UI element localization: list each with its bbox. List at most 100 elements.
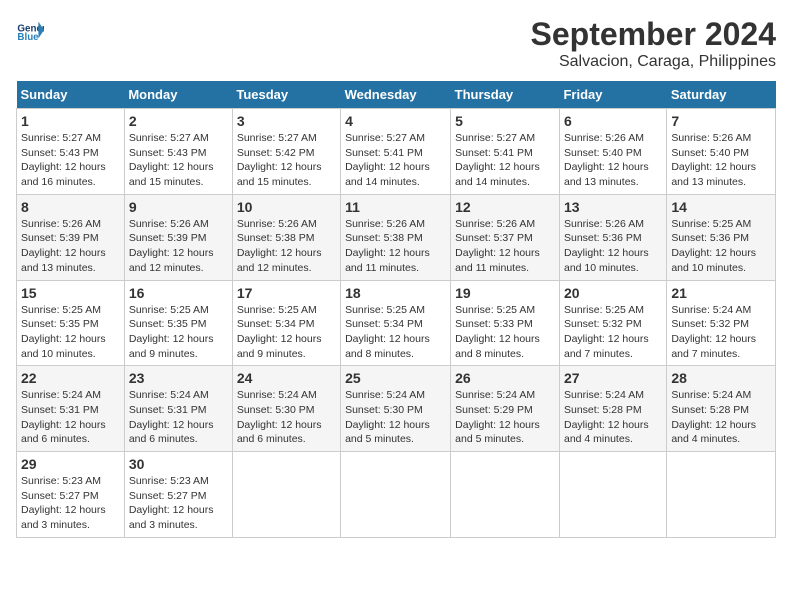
day-detail: Sunrise: 5:26 AM Sunset: 5:40 PM Dayligh… bbox=[564, 131, 662, 190]
day-detail: Sunrise: 5:25 AM Sunset: 5:35 PM Dayligh… bbox=[129, 303, 228, 362]
day-detail: Sunrise: 5:24 AM Sunset: 5:31 PM Dayligh… bbox=[129, 388, 228, 447]
calendar-subtitle: Salvacion, Caraga, Philippines bbox=[531, 53, 776, 71]
table-row: 5 Sunrise: 5:27 AM Sunset: 5:41 PM Daylig… bbox=[451, 109, 560, 195]
day-detail: Sunrise: 5:26 AM Sunset: 5:38 PM Dayligh… bbox=[237, 217, 336, 276]
day-number: 22 bbox=[21, 370, 120, 386]
day-number: 15 bbox=[21, 285, 120, 301]
table-row: 3 Sunrise: 5:27 AM Sunset: 5:42 PM Daylig… bbox=[232, 109, 340, 195]
day-number: 7 bbox=[671, 113, 771, 129]
day-detail: Sunrise: 5:26 AM Sunset: 5:38 PM Dayligh… bbox=[345, 217, 446, 276]
day-number: 20 bbox=[564, 285, 662, 301]
calendar-week-row: 8 Sunrise: 5:26 AM Sunset: 5:39 PM Daylig… bbox=[17, 194, 776, 280]
calendar-week-row: 29 Sunrise: 5:23 AM Sunset: 5:27 PM Dayli… bbox=[17, 452, 776, 538]
day-number: 6 bbox=[564, 113, 662, 129]
calendar-title: September 2024 bbox=[531, 16, 776, 53]
day-number: 9 bbox=[129, 199, 228, 215]
day-detail: Sunrise: 5:27 AM Sunset: 5:42 PM Dayligh… bbox=[237, 131, 336, 190]
day-detail: Sunrise: 5:26 AM Sunset: 5:36 PM Dayligh… bbox=[564, 217, 662, 276]
table-row: 12 Sunrise: 5:26 AM Sunset: 5:37 PM Dayli… bbox=[451, 194, 560, 280]
day-detail: Sunrise: 5:25 AM Sunset: 5:35 PM Dayligh… bbox=[21, 303, 120, 362]
table-row bbox=[232, 452, 340, 538]
table-row: 30 Sunrise: 5:23 AM Sunset: 5:27 PM Dayli… bbox=[124, 452, 232, 538]
day-detail: Sunrise: 5:24 AM Sunset: 5:28 PM Dayligh… bbox=[671, 388, 771, 447]
day-number: 27 bbox=[564, 370, 662, 386]
col-friday: Friday bbox=[559, 81, 666, 109]
col-saturday: Saturday bbox=[667, 81, 776, 109]
col-wednesday: Wednesday bbox=[341, 81, 451, 109]
day-detail: Sunrise: 5:27 AM Sunset: 5:43 PM Dayligh… bbox=[21, 131, 120, 190]
day-detail: Sunrise: 5:27 AM Sunset: 5:41 PM Dayligh… bbox=[455, 131, 555, 190]
calendar-week-row: 15 Sunrise: 5:25 AM Sunset: 5:35 PM Dayli… bbox=[17, 280, 776, 366]
table-row: 26Sunrise: 5:24 AM Sunset: 5:29 PM Dayli… bbox=[451, 366, 560, 452]
day-number: 11 bbox=[345, 199, 446, 215]
day-detail: Sunrise: 5:24 AM Sunset: 5:31 PM Dayligh… bbox=[21, 388, 120, 447]
table-row: 29 Sunrise: 5:23 AM Sunset: 5:27 PM Dayli… bbox=[17, 452, 125, 538]
day-detail: Sunrise: 5:23 AM Sunset: 5:27 PM Dayligh… bbox=[129, 474, 228, 533]
day-number: 14 bbox=[671, 199, 771, 215]
table-row: 4 Sunrise: 5:27 AM Sunset: 5:41 PM Daylig… bbox=[341, 109, 451, 195]
day-number: 8 bbox=[21, 199, 120, 215]
calendar-header-row: Sunday Monday Tuesday Wednesday Thursday… bbox=[17, 81, 776, 109]
table-row: 10 Sunrise: 5:26 AM Sunset: 5:38 PM Dayli… bbox=[232, 194, 340, 280]
day-detail: Sunrise: 5:24 AM Sunset: 5:30 PM Dayligh… bbox=[237, 388, 336, 447]
table-row bbox=[341, 452, 451, 538]
day-detail: Sunrise: 5:24 AM Sunset: 5:28 PM Dayligh… bbox=[564, 388, 662, 447]
day-detail: Sunrise: 5:26 AM Sunset: 5:39 PM Dayligh… bbox=[129, 217, 228, 276]
day-number: 3 bbox=[237, 113, 336, 129]
day-number: 5 bbox=[455, 113, 555, 129]
day-detail: Sunrise: 5:23 AM Sunset: 5:27 PM Dayligh… bbox=[21, 474, 120, 533]
day-number: 17 bbox=[237, 285, 336, 301]
table-row: 16 Sunrise: 5:25 AM Sunset: 5:35 PM Dayli… bbox=[124, 280, 232, 366]
calendar-week-row: 22 Sunrise: 5:24 AM Sunset: 5:31 PM Dayli… bbox=[17, 366, 776, 452]
col-tuesday: Tuesday bbox=[232, 81, 340, 109]
day-number: 21 bbox=[671, 285, 771, 301]
table-row: 17 Sunrise: 5:25 AM Sunset: 5:34 PM Dayli… bbox=[232, 280, 340, 366]
day-number: 12 bbox=[455, 199, 555, 215]
table-row: 25 Sunrise: 5:24 AM Sunset: 5:30 PM Dayli… bbox=[341, 366, 451, 452]
col-sunday: Sunday bbox=[17, 81, 125, 109]
day-detail: Sunrise: 5:25 AM Sunset: 5:34 PM Dayligh… bbox=[345, 303, 446, 362]
calendar-table: Sunday Monday Tuesday Wednesday Thursday… bbox=[16, 81, 776, 538]
table-row: 24 Sunrise: 5:24 AM Sunset: 5:30 PM Dayli… bbox=[232, 366, 340, 452]
day-number: 28 bbox=[671, 370, 771, 386]
day-detail: Sunrise: 5:26 AM Sunset: 5:40 PM Dayligh… bbox=[671, 131, 771, 190]
day-number: 18 bbox=[345, 285, 446, 301]
table-row: 7 Sunrise: 5:26 AM Sunset: 5:40 PM Daylig… bbox=[667, 109, 776, 195]
day-detail: Sunrise: 5:24 AM Sunset: 5:32 PM Dayligh… bbox=[671, 303, 771, 362]
day-number: 25 bbox=[345, 370, 446, 386]
day-detail: Sunrise: 5:27 AM Sunset: 5:41 PM Dayligh… bbox=[345, 131, 446, 190]
table-row: 21 Sunrise: 5:24 AM Sunset: 5:32 PM Dayli… bbox=[667, 280, 776, 366]
calendar-week-row: 1 Sunrise: 5:27 AM Sunset: 5:43 PM Daylig… bbox=[17, 109, 776, 195]
day-detail: Sunrise: 5:26 AM Sunset: 5:37 PM Dayligh… bbox=[455, 217, 555, 276]
day-detail: Sunrise: 5:24 AM Sunset: 5:29 PM Dayligh… bbox=[455, 388, 555, 447]
day-detail: Sunrise: 5:24 AM Sunset: 5:30 PM Dayligh… bbox=[345, 388, 446, 447]
table-row: 20Sunrise: 5:25 AM Sunset: 5:32 PM Dayli… bbox=[559, 280, 666, 366]
day-detail: Sunrise: 5:27 AM Sunset: 5:43 PM Dayligh… bbox=[129, 131, 228, 190]
logo: General Blue bbox=[16, 16, 44, 44]
day-number: 16 bbox=[129, 285, 228, 301]
day-detail: Sunrise: 5:25 AM Sunset: 5:34 PM Dayligh… bbox=[237, 303, 336, 362]
table-row: 14 Sunrise: 5:25 AM Sunset: 5:36 PM Dayli… bbox=[667, 194, 776, 280]
table-row bbox=[667, 452, 776, 538]
table-row: 23Sunrise: 5:24 AM Sunset: 5:31 PM Dayli… bbox=[124, 366, 232, 452]
logo-icon: General Blue bbox=[16, 16, 44, 44]
col-thursday: Thursday bbox=[451, 81, 560, 109]
table-row: 11 Sunrise: 5:26 AM Sunset: 5:38 PM Dayli… bbox=[341, 194, 451, 280]
table-row bbox=[451, 452, 560, 538]
day-number: 29 bbox=[21, 456, 120, 472]
table-row: 1 Sunrise: 5:27 AM Sunset: 5:43 PM Daylig… bbox=[17, 109, 125, 195]
day-number: 10 bbox=[237, 199, 336, 215]
table-row: 18 Sunrise: 5:25 AM Sunset: 5:34 PM Dayli… bbox=[341, 280, 451, 366]
day-number: 4 bbox=[345, 113, 446, 129]
day-number: 24 bbox=[237, 370, 336, 386]
table-row: 6 Sunrise: 5:26 AM Sunset: 5:40 PM Daylig… bbox=[559, 109, 666, 195]
day-detail: Sunrise: 5:26 AM Sunset: 5:39 PM Dayligh… bbox=[21, 217, 120, 276]
day-detail: Sunrise: 5:25 AM Sunset: 5:36 PM Dayligh… bbox=[671, 217, 771, 276]
table-row: 8 Sunrise: 5:26 AM Sunset: 5:39 PM Daylig… bbox=[17, 194, 125, 280]
table-row: 9 Sunrise: 5:26 AM Sunset: 5:39 PM Daylig… bbox=[124, 194, 232, 280]
day-detail: Sunrise: 5:25 AM Sunset: 5:33 PM Dayligh… bbox=[455, 303, 555, 362]
day-number: 1 bbox=[21, 113, 120, 129]
day-number: 30 bbox=[129, 456, 228, 472]
table-row: 13Sunrise: 5:26 AM Sunset: 5:36 PM Dayli… bbox=[559, 194, 666, 280]
table-row bbox=[559, 452, 666, 538]
